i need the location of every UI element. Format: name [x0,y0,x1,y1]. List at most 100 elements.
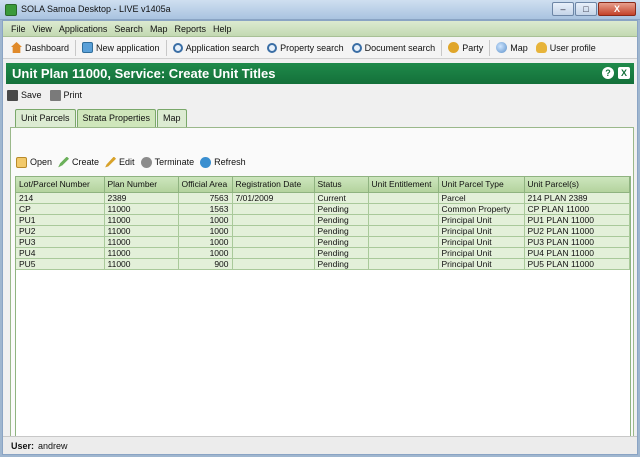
table-cell: Pending [314,203,369,215]
table-header-row: Lot/Parcel Number Plan Number Official A… [16,177,630,193]
print-label: Print [63,90,83,100]
column-header[interactable]: Unit Parcel Type [438,177,525,193]
application-search-label: Application search [185,42,260,53]
table-row[interactable]: PU5 11000 900 Pending Principal Unit PU5… [16,258,630,270]
user-icon [535,42,547,53]
open-label: Open [30,157,53,167]
create-button[interactable]: Create [57,156,104,168]
close-window-button[interactable]: X [598,2,636,16]
dashboard-button[interactable]: Dashboard [7,39,73,57]
property-search-label: Property search [280,42,344,53]
toolbar-separator [489,39,491,56]
table-cell: 1563 [178,203,233,215]
menu-view[interactable]: View [33,24,52,34]
table-cell: Principal Unit [438,247,525,259]
user-profile-button[interactable]: User profile [532,39,600,57]
menu-file[interactable]: File [11,24,26,34]
table-cell: 214 PLAN 2389 [524,192,630,204]
tab-unit-parcels[interactable]: Unit Parcels [15,109,76,127]
table-row[interactable]: PU4 11000 1000 Pending Principal Unit PU… [16,247,630,259]
column-header[interactable]: Registration Date [232,177,315,193]
close-icon[interactable]: X [618,67,630,79]
home-icon [11,42,22,53]
property-search-button[interactable]: Property search [263,39,348,57]
table-cell [368,258,439,270]
terminate-button[interactable]: Terminate [140,156,200,168]
table-cell: CP PLAN 11000 [524,203,630,215]
table-cell: CP [16,203,105,215]
grid-toolbar: Open Create Edit Terminate Refresh [15,154,251,170]
refresh-button[interactable]: Refresh [199,156,251,168]
column-header[interactable]: Lot/Parcel Number [16,177,105,193]
save-label: Save [21,90,42,100]
menu-applications[interactable]: Applications [59,24,108,34]
save-button[interactable]: Save [6,89,47,101]
map-button[interactable]: Map [492,39,532,57]
table-cell: PU1 PLAN 11000 [524,214,630,226]
table-cell [232,247,315,259]
terminate-icon [140,156,152,168]
table-cell: 1000 [178,247,233,259]
open-button[interactable]: Open [15,156,57,168]
table-cell: Parcel [438,192,525,204]
menu-map[interactable]: Map [150,24,168,34]
table-cell: Principal Unit [438,258,525,270]
table-cell: 1000 [178,214,233,226]
open-document-icon [16,156,27,168]
printer-icon [49,89,61,101]
table-cell [368,203,439,215]
tab-strata-properties[interactable]: Strata Properties [76,109,157,127]
user-profile-label: User profile [549,42,596,53]
column-header[interactable]: Unit Entitlement [368,177,439,193]
table-cell [232,214,315,226]
toolbar-separator [75,39,77,56]
toolbar-separator [441,39,443,56]
application-search-button[interactable]: Application search [169,39,264,57]
maximize-button[interactable]: □ [575,2,597,16]
window-controls: – □ X [552,2,636,16]
edit-button[interactable]: Edit [104,156,140,168]
tab-map[interactable]: Map [157,109,187,127]
table-cell: 1000 [178,225,233,237]
party-button[interactable]: Party [444,39,487,57]
app-client-area: File View Applications Search Map Report… [2,20,638,455]
table-row[interactable]: PU3 11000 1000 Pending Principal Unit PU… [16,236,630,248]
table-row[interactable]: PU1 11000 1000 Pending Principal Unit PU… [16,214,630,226]
column-header[interactable]: Unit Parcel(s) [524,177,630,193]
table-cell: PU1 [16,214,105,226]
menu-help[interactable]: Help [213,24,232,34]
toolbar-separator [165,39,167,56]
map-label: Map [510,42,528,53]
strata-properties-table: Lot/Parcel Number Plan Number Official A… [15,176,631,444]
new-application-button[interactable]: New application [78,39,164,57]
party-label: Party [462,42,484,53]
search-icon [172,42,183,53]
party-icon [448,42,460,53]
form-actions: Save Print [6,87,87,103]
column-header[interactable]: Official Area [178,177,233,193]
help-icon[interactable]: ? [602,67,614,79]
minimize-button[interactable]: – [552,2,574,16]
table-cell: PU2 [16,225,105,237]
table-cell: Pending [314,214,369,226]
column-header[interactable]: Status [314,177,369,193]
table-cell: 11000 [104,258,179,270]
table-cell: 7563 [178,192,233,204]
table-cell [368,236,439,248]
table-row[interactable]: 214 2389 7563 7/01/2009 Current Parcel 2… [16,192,630,204]
menu-reports[interactable]: Reports [174,24,206,34]
save-icon [7,89,18,101]
column-header[interactable]: Plan Number [104,177,179,193]
table-cell: Pending [314,236,369,248]
dashboard-label: Dashboard [25,42,70,53]
table-cell [232,203,315,215]
table-cell [232,225,315,237]
table-cell: Pending [314,225,369,237]
table-cell: Principal Unit [438,214,525,226]
document-search-button[interactable]: Document search [348,39,440,57]
table-row[interactable]: PU2 11000 1000 Pending Principal Unit PU… [16,225,630,237]
table-row[interactable]: CP 11000 1563 Pending Common Property CP… [16,203,630,215]
menu-search[interactable]: Search [114,24,143,34]
print-button[interactable]: Print [49,89,88,101]
table-cell [232,236,315,248]
